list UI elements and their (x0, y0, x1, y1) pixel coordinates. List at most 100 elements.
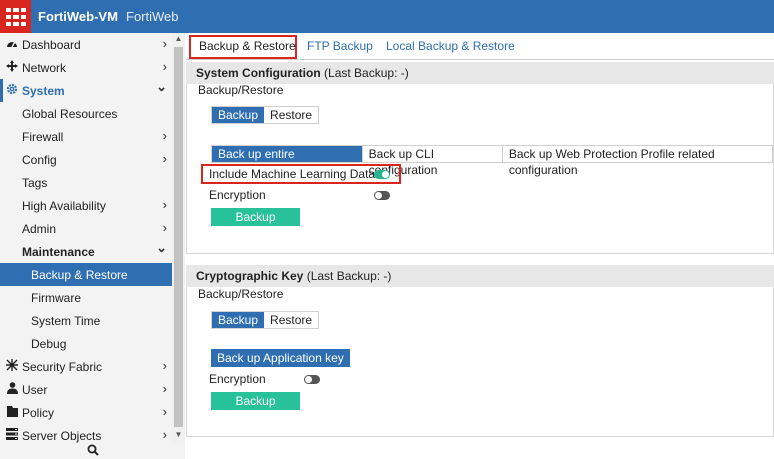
sidebar-item-label: System (22, 83, 65, 98)
sidebar-scrollbar[interactable]: ▲ ▼ (172, 33, 185, 443)
tab-ftp-backup[interactable]: FTP Backup (307, 33, 373, 60)
chevron-right-icon: › (162, 197, 167, 212)
app-name: FortiWeb-VM (38, 9, 118, 24)
sidebar-item-server-objects[interactable]: Server Objects › (0, 424, 172, 443)
encryption-label: Encryption (209, 372, 266, 386)
sidebar-item-system-time[interactable]: System Time (0, 309, 172, 332)
crypto-encryption-toggle[interactable] (304, 375, 320, 384)
sidebar-nav: Dashboard › Network › System ⌄ Global Re… (0, 33, 172, 443)
chevron-right-icon: › (162, 381, 167, 396)
cryptographic-key-panel: Backup/Restore Backup Restore Back up Ap… (186, 287, 774, 437)
system-configuration-panel: Backup/Restore Backup Restore Back up en… (186, 83, 774, 254)
sidebar-item-label: High Availability (22, 198, 106, 213)
product-name: FortiWeb (126, 9, 179, 24)
sidebar-item-maintenance[interactable]: Maintenance ⌄ (0, 240, 172, 263)
scroll-down-icon[interactable]: ▼ (172, 429, 185, 441)
sidebar-item-label: Config (22, 152, 57, 167)
server-icon (5, 428, 19, 443)
last-backup-text: (Last Backup: -) (324, 66, 409, 80)
crypto-backup-button[interactable]: Backup (211, 392, 300, 410)
user-icon (5, 382, 19, 397)
system-configuration-header: System Configuration (Last Backup: -) (186, 62, 774, 84)
sidebar-item-tags[interactable]: Tags (0, 171, 172, 194)
backup-scope-selector: Back up entire configuration Back up CLI… (211, 145, 773, 177)
chevron-down-icon: ⌄ (156, 79, 167, 94)
backup-application-key-button[interactable]: Back up Application key (211, 349, 350, 367)
include-ml-data-label: Include Machine Learning Data (209, 167, 376, 181)
sidebar-item-debug[interactable]: Debug (0, 332, 172, 355)
sidebar-item-label: Maintenance (22, 244, 95, 259)
sidebar-item-label: Policy (22, 405, 55, 420)
chevron-right-icon: › (162, 358, 167, 373)
section-title: System Configuration (196, 66, 321, 80)
tab-local-backup-restore[interactable]: Local Backup & Restore (386, 33, 515, 60)
sidebar-item-firewall[interactable]: Firewall › (0, 125, 172, 148)
sidebar-item-policy[interactable]: Policy › (0, 401, 172, 424)
scrollbar-thumb[interactable] (174, 47, 183, 427)
sidebar-item-backup-restore[interactable]: Backup & Restore (0, 263, 172, 286)
chevron-right-icon: › (162, 36, 167, 51)
sidebar-search-button[interactable] (0, 443, 185, 459)
network-icon (5, 60, 19, 75)
sidebar-item-admin[interactable]: Admin › (0, 217, 172, 240)
cryptographic-key-header: Cryptographic Key (Last Backup: -) (186, 265, 774, 287)
sidebar-item-label: Network (22, 60, 67, 75)
sidebar-item-label: Firmware (31, 290, 81, 305)
chevron-down-icon: ⌄ (156, 240, 167, 255)
chevron-right-icon: › (162, 59, 167, 74)
sidebar-item-label: Backup & Restore (31, 267, 128, 282)
scope-entire-config-button[interactable]: Back up entire configuration (212, 146, 362, 177)
sidebar-item-global-resources[interactable]: Global Resources (0, 102, 172, 125)
policy-icon (5, 405, 19, 420)
fortinet-logo-icon[interactable] (0, 0, 31, 33)
sidebar-item-label: User (22, 382, 48, 397)
chevron-right-icon: › (162, 220, 167, 235)
include-ml-data-toggle[interactable] (374, 170, 390, 179)
encryption-label: Encryption (209, 188, 266, 202)
tab-bar: Backup & Restore FTP Backup Local Backup… (186, 33, 774, 60)
search-icon (87, 444, 99, 459)
mode-backup-button[interactable]: Backup (212, 312, 265, 328)
crypto-mode-toggle: Backup Restore (211, 311, 320, 329)
top-header: FortiWeb-VM FortiWeb (0, 0, 774, 33)
mode-backup-button[interactable]: Backup (212, 107, 265, 123)
sidebar-item-label: Dashboard (22, 37, 81, 52)
sidebar-item-network[interactable]: Network › (0, 56, 172, 79)
mode-restore-button[interactable]: Restore (264, 107, 319, 123)
last-backup-text: (Last Backup: -) (306, 269, 392, 283)
sidebar-item-dashboard[interactable]: Dashboard › (0, 33, 172, 56)
group-label: Backup/Restore (198, 83, 284, 97)
chevron-right-icon: › (162, 151, 167, 166)
group-label: Backup/Restore (198, 287, 284, 301)
backup-restore-mode-toggle: Backup Restore (211, 106, 320, 124)
sidebar-item-label: Server Objects (22, 428, 102, 443)
scope-cli-config-button[interactable]: Back up CLI configuration (361, 146, 502, 177)
sidebar-item-label: Tags (22, 175, 48, 190)
security-fabric-icon (5, 359, 19, 374)
chevron-right-icon: › (162, 128, 167, 143)
encryption-toggle[interactable] (374, 191, 390, 200)
sidebar: Dashboard › Network › System ⌄ Global Re… (0, 33, 185, 459)
tab-backup-restore[interactable]: Backup & Restore (199, 33, 296, 60)
dashboard-icon (5, 38, 19, 52)
chevron-right-icon: › (162, 404, 167, 419)
sidebar-item-label: Admin (22, 221, 57, 236)
scope-wpp-config-button[interactable]: Back up Web Protection Profile related c… (501, 146, 772, 177)
sidebar-item-user[interactable]: User › (0, 378, 172, 401)
sidebar-item-security-fabric[interactable]: Security Fabric › (0, 355, 172, 378)
sidebar-item-firmware[interactable]: Firmware (0, 286, 172, 309)
scroll-up-icon[interactable]: ▲ (172, 33, 185, 45)
chevron-right-icon: › (162, 427, 167, 442)
section-title: Cryptographic Key (196, 269, 304, 283)
mode-restore-button[interactable]: Restore (264, 312, 319, 328)
main-content: Backup & Restore FTP Backup Local Backup… (186, 33, 774, 459)
sidebar-item-config[interactable]: Config › (0, 148, 172, 171)
sidebar-item-label: System Time (31, 313, 101, 328)
gear-icon (5, 83, 19, 98)
sidebar-item-label: Firewall (22, 129, 64, 144)
backup-button[interactable]: Backup (211, 208, 300, 226)
sidebar-item-label: Global Resources (22, 106, 118, 121)
sidebar-item-system[interactable]: System ⌄ (0, 79, 172, 102)
sidebar-item-high-availability[interactable]: High Availability › (0, 194, 172, 217)
sidebar-item-label: Debug (31, 336, 67, 351)
